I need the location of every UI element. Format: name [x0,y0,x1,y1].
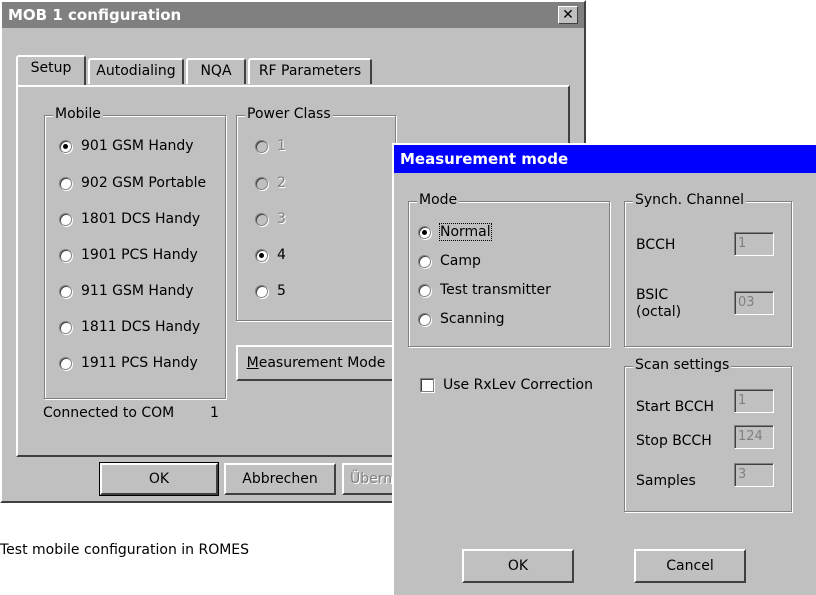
tab-setup[interactable]: Setup [16,55,86,85]
radio-button-icon[interactable] [255,176,268,190]
bsic-field[interactable]: 03 [734,291,774,315]
power-class-legend: Power Class [245,106,333,122]
dialog-title: Measurement mode [400,150,569,168]
dialog-ok-button[interactable]: OK [462,549,574,583]
radio-power-2[interactable]: 2 [255,175,286,191]
radio-power-3[interactable]: 3 [255,211,286,227]
radio-button-icon[interactable] [418,283,431,297]
measurement-mode-button[interactable]: Measurement Mode [236,345,396,381]
dialog-cancel-button[interactable]: Cancel [634,549,746,583]
close-icon[interactable]: ✕ [558,6,578,24]
start-bcch-field[interactable]: 1 [734,389,774,413]
measurement-mode-titlebar[interactable]: Measurement mode [394,145,816,173]
radio-mobile-1901[interactable]: 1901 PCS Handy [59,247,198,263]
ok-button[interactable]: OK [99,462,219,496]
radio-button-icon[interactable] [418,254,431,268]
tab-rf-parameters[interactable]: RF Parameters [248,58,372,84]
tab-nqa[interactable]: NQA [186,58,246,84]
mobile-legend: Mobile [53,106,103,122]
radio-power-4[interactable]: 4 [255,247,286,263]
bcch-label: BCCH [636,237,676,253]
radio-button-icon[interactable] [59,139,72,153]
radio-button-icon[interactable] [255,284,268,298]
radio-button-icon[interactable] [59,212,72,226]
stop-bcch-field[interactable]: 124 [734,425,774,449]
samples-field[interactable]: 3 [734,463,774,487]
checkbox-icon[interactable] [420,378,434,392]
radio-button-icon[interactable] [255,139,268,153]
radio-mobile-902[interactable]: 902 GSM Portable [59,175,206,191]
radio-power-1[interactable]: 1 [255,138,286,154]
radio-button-icon[interactable] [255,248,268,262]
synch-channel-legend: Synch. Channel [633,192,746,208]
tab-autodialing[interactable]: Autodialing [88,58,184,84]
stop-bcch-label: Stop BCCH [636,433,712,449]
bsic-label: BSIC (octal) [636,287,682,320]
mode-legend: Mode [417,192,460,208]
radio-mode-test-transmitter[interactable]: Test transmitter [418,282,551,298]
samples-label: Samples [636,473,696,489]
radio-mobile-901[interactable]: 901 GSM Handy [59,138,194,154]
radio-button-icon[interactable] [59,356,72,370]
radio-button-icon[interactable] [418,312,431,326]
radio-button-icon[interactable] [59,284,72,298]
mob-configuration-titlebar[interactable]: MOB 1 configuration ✕ [2,2,584,28]
use-rxlev-correction-checkbox[interactable]: Use RxLev Correction [420,377,593,393]
radio-mobile-1911[interactable]: 1911 PCS Handy [59,355,198,371]
tab-strip: Setup Autodialing NQA RF Parameters [16,55,576,88]
radio-mobile-911[interactable]: 911 GSM Handy [59,283,194,299]
radio-mode-scanning[interactable]: Scanning [418,311,505,327]
radio-button-icon[interactable] [59,248,72,262]
radio-power-5[interactable]: 5 [255,283,286,299]
radio-mode-normal[interactable]: Normal [418,223,492,241]
radio-button-icon[interactable] [418,225,431,239]
window-title: MOB 1 configuration [8,6,182,24]
bcch-field[interactable]: 1 [734,232,774,256]
start-bcch-label: Start BCCH [636,399,715,415]
radio-button-icon[interactable] [59,320,72,334]
connected-com-port: 1 [210,405,219,421]
radio-mode-camp[interactable]: Camp [418,253,481,269]
figure-caption: Test mobile configuration in ROMES [0,542,250,558]
scan-settings-legend: Scan settings [633,357,732,373]
radio-mobile-1811[interactable]: 1811 DCS Handy [59,319,200,335]
connected-to-com-label: Connected to COM [43,405,175,421]
radio-button-icon[interactable] [255,212,268,226]
radio-button-icon[interactable] [59,176,72,190]
synch-channel-groupbox: Synch. Channel [624,192,792,347]
cancel-button[interactable]: Abbrechen [224,463,336,495]
radio-mobile-1801[interactable]: 1801 DCS Handy [59,211,200,227]
measurement-mode-dialog: Measurement mode Mode Normal Camp Test t… [392,143,816,595]
